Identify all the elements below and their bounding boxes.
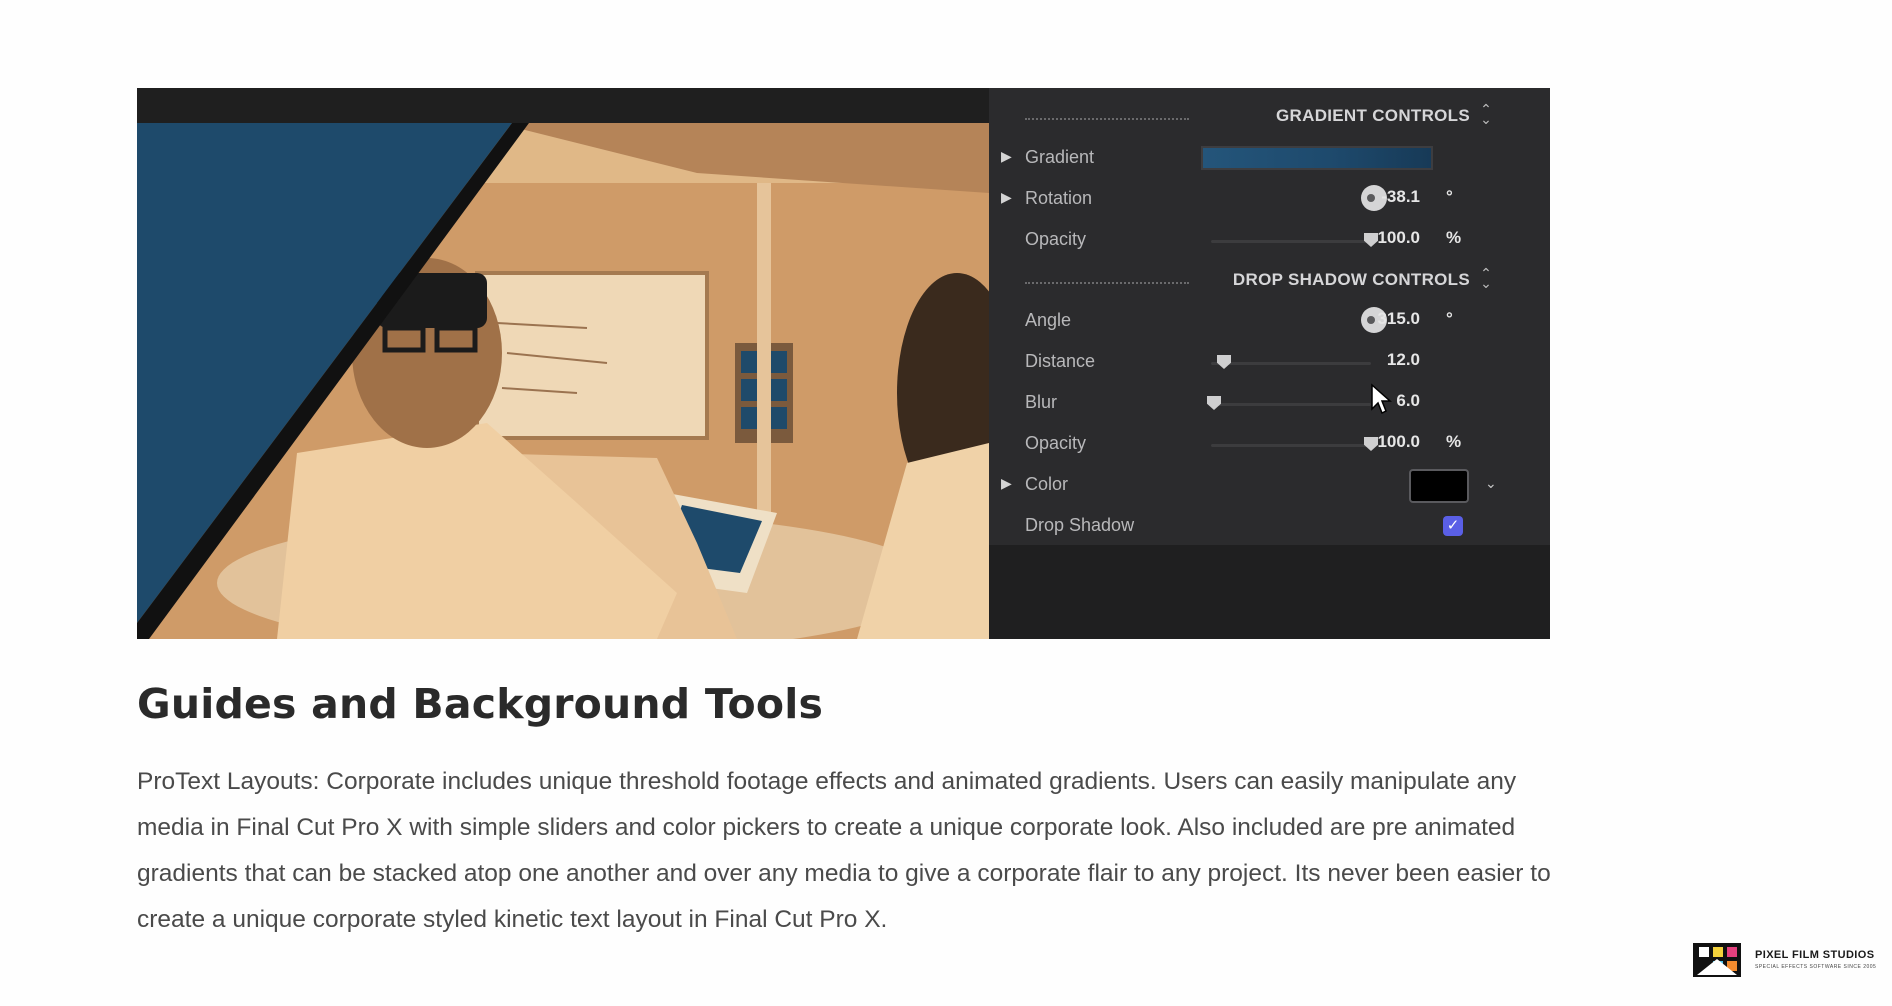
section-title: GRADIENT CONTROLS <box>1276 106 1470 125</box>
disclosure-triangle-icon[interactable]: ▶ <box>1001 475 1012 492</box>
brand-tagline: SPECIAL EFFECTS SOFTWARE SINCE 2005 <box>1755 964 1877 970</box>
blur-value[interactable]: 6.0 <box>1396 391 1420 411</box>
updown-icon[interactable]: ⌃ ⌄ <box>1480 266 1492 290</box>
drop-shadow-checkbox[interactable]: ✓ <box>1443 516 1463 536</box>
panel-footer-area <box>989 545 1550 639</box>
opacity-value[interactable]: 100.0 <box>1377 432 1420 452</box>
footage-illustration <box>137 123 989 639</box>
opacity-slider[interactable] <box>1211 444 1371 447</box>
opacity-slider[interactable] <box>1211 240 1371 243</box>
row-distance: Distance 12.0 <box>989 342 1550 382</box>
unit-label: % <box>1446 228 1462 247</box>
slider-thumb[interactable] <box>1364 233 1378 247</box>
slider-thumb[interactable] <box>1364 437 1378 451</box>
inspector-panel: GRADIENT CONTROLS ⌃ ⌄ ▶ Gradient ▶ Rotati… <box>989 88 1550 639</box>
drop-shadow-controls-header[interactable]: DROP SHADOW CONTROLS ⌃ ⌄ <box>989 260 1550 300</box>
unit-label: ° <box>1446 309 1453 328</box>
row-label: Angle <box>1025 310 1072 330</box>
row-blur: Blur 6.0 <box>989 383 1550 423</box>
row-label: Color <box>1025 474 1069 494</box>
pixel-film-studios-logo: PIXEL FILM STUDIOS SPECIAL EFFECTS SOFTW… <box>1693 941 1885 979</box>
mouse-pointer-icon <box>1371 383 1392 415</box>
distance-value[interactable]: 12.0 <box>1387 350 1420 370</box>
section-heading: Guides and Background Tools <box>137 680 824 728</box>
disclosure-triangle-icon[interactable]: ▶ <box>1001 148 1012 165</box>
unit-label: ° <box>1446 187 1453 206</box>
divider <box>1025 282 1189 284</box>
row-rotation: ▶ Rotation -38.1 ° <box>989 179 1550 219</box>
updown-icon[interactable]: ⌃ ⌄ <box>1480 102 1492 126</box>
slider-thumb[interactable] <box>1207 396 1221 410</box>
divider <box>1025 118 1189 120</box>
row-label: Opacity <box>1025 433 1087 453</box>
shadow-color-well[interactable] <box>1409 469 1469 503</box>
gradient-well[interactable] <box>1201 146 1433 170</box>
film-strip-logo-icon <box>1693 943 1741 977</box>
row-color: ▶ Color ⌄ <box>989 465 1550 505</box>
footage-preview <box>137 123 989 639</box>
description-paragraph: ProText Layouts: Corporate includes uniq… <box>137 768 1551 933</box>
row-label: Blur <box>1025 392 1058 412</box>
opacity-value[interactable]: 100.0 <box>1377 228 1420 248</box>
angle-value[interactable]: 315.0 <box>1377 309 1420 329</box>
row-gradient: ▶ Gradient <box>989 138 1550 178</box>
row-gradient-opacity: Opacity 100.0 % <box>989 220 1550 260</box>
section-title: DROP SHADOW CONTROLS <box>1232 270 1470 289</box>
row-label: Distance <box>1025 351 1096 371</box>
row-angle: Angle 315.0 ° <box>989 301 1550 341</box>
disclosure-triangle-icon[interactable]: ▶ <box>1001 189 1012 206</box>
row-label: Gradient <box>1025 147 1095 167</box>
distance-slider[interactable] <box>1211 362 1371 365</box>
row-drop-shadow: Drop Shadow ✓ <box>989 506 1550 546</box>
row-label: Rotation <box>1025 188 1093 208</box>
slider-thumb[interactable] <box>1217 355 1231 369</box>
brand-name: PIXEL FILM STUDIOS <box>1755 949 1875 961</box>
hero-image: GRADIENT CONTROLS ⌃ ⌄ ▶ Gradient ▶ Rotati… <box>137 88 1550 639</box>
blur-slider[interactable] <box>1211 403 1371 406</box>
row-label: Drop Shadow <box>1025 515 1135 535</box>
row-shadow-opacity: Opacity 100.0 % <box>989 424 1550 464</box>
row-label: Opacity <box>1025 229 1087 249</box>
rotation-value[interactable]: -38.1 <box>1381 187 1420 207</box>
gradient-controls-header[interactable]: GRADIENT CONTROLS ⌃ ⌄ <box>989 96 1550 136</box>
unit-label: % <box>1446 432 1462 451</box>
chevron-down-icon[interactable]: ⌄ <box>1485 475 1497 492</box>
